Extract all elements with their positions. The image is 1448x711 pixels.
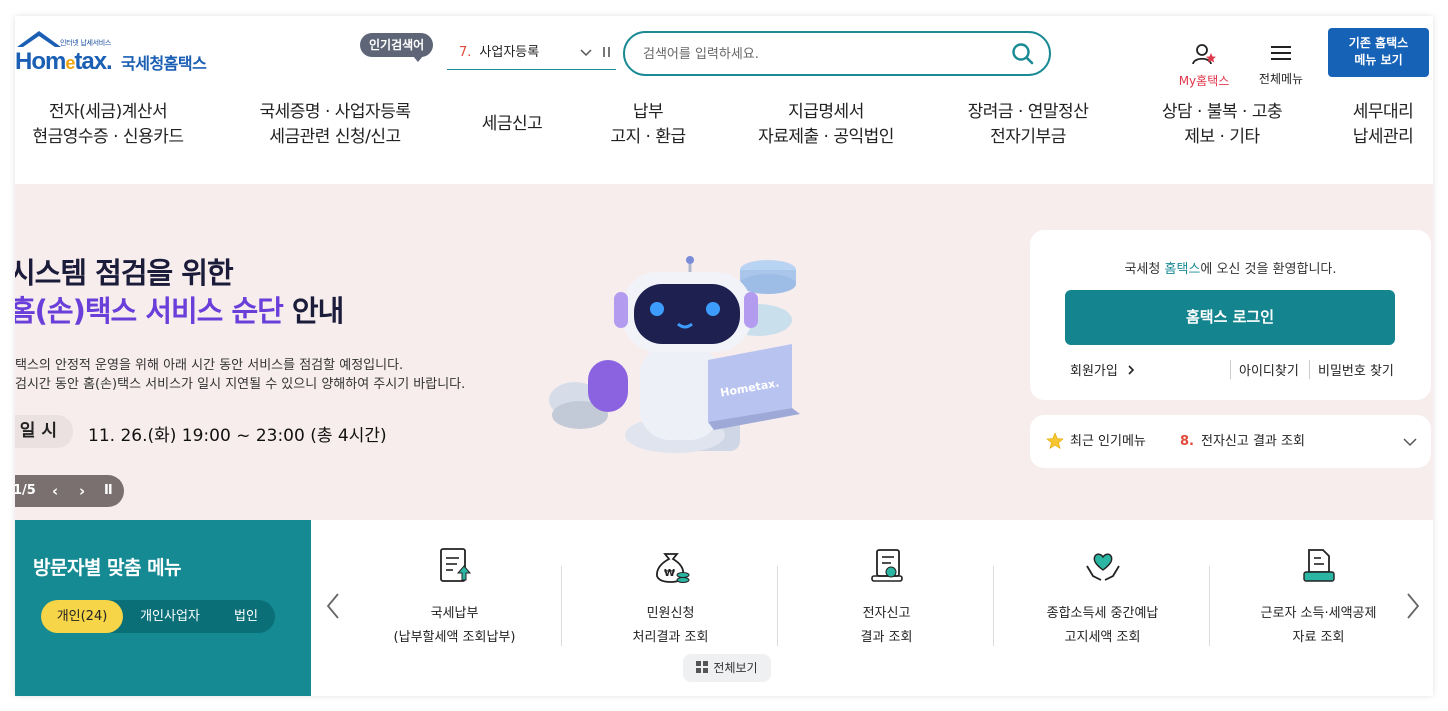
search-input[interactable] [643,42,1003,66]
nav-item-incentive[interactable]: 장려금 · 연말정산 전자기부금 [955,100,1101,150]
chevron-left-icon[interactable] [325,592,341,627]
login-card: 국세청 홈택스에 오신 것을 환영합니다. 홈택스 로그인 회원가입 아이디찾기… [1030,230,1431,400]
old-hometax-menu-button[interactable]: 기존 홈택스 메뉴 보기 [1328,28,1429,77]
recent-popular-menu[interactable]: 최근 인기메뉴 8. 전자신고 결과 조회 [1030,415,1431,468]
view-all-label: 전체보기 [713,661,758,675]
quick-item-sublabel: 처리결과 조회 [632,630,709,645]
all-menu-label: 전체메뉴 [1258,72,1304,86]
quick-item-label: 민원신청 [646,606,695,621]
nav-item-tax-agent[interactable]: 세무대리 납세관리 [1343,100,1423,150]
find-id-link[interactable]: 아이디찾기 [1230,360,1299,379]
quick-item-civil-petition[interactable]: ₩ 민원신청 처리결과 조회 [563,546,778,650]
nav-item-consulting[interactable]: 상담 · 불복 · 고충 제보 · 기타 [1149,100,1295,150]
nav-item-e-invoice[interactable]: 전자(세금)계산서 현금영수증 · 신용카드 [27,100,189,150]
money-bag-icon: ₩ [655,553,689,583]
banner-page-indicator: 1/5 [15,483,36,498]
svg-text:₩: ₩ [664,568,675,579]
popular-rank: 7. [459,45,472,60]
certificate-scroll-icon [870,549,903,582]
chevron-right-icon[interactable]: › [79,475,85,507]
chevron-down-icon[interactable] [1403,415,1417,491]
hometax-logo[interactable]: 인터넷 납세서비스 Hometax. 국세청홈택스 [15,30,225,82]
logo-korean-name: 국세청홈택스 [121,54,207,73]
pause-icon[interactable] [602,43,612,65]
banner-slider-controls: 1/5 ‹ › II [15,475,124,507]
hamburger-icon [1271,46,1291,60]
pause-icon[interactable]: II [104,475,113,507]
chevron-down-icon[interactable] [580,44,592,66]
tab-individual-business[interactable]: 개인사업자 [127,600,213,633]
visitor-custom-menu: 방문자별 맞춤 메뉴 개인(24) 개인사업자 법인 [15,520,311,696]
search-box [623,31,1051,76]
quick-item-label: 국세납부 [430,606,479,621]
quick-item-label: 근로자 소득·세액공제 [1260,606,1377,621]
banner-title-line2: 홈(손)택스 서비스 순단 안내 [15,294,344,328]
divider [561,566,562,646]
my-hometax-button[interactable]: My홈택스 [1170,42,1238,89]
banner-date-label: 일 시 [15,415,73,448]
popular-search-ticker[interactable]: 7. 사업자등록 [447,42,616,70]
banner-description-1: 택스의 안정적 운영을 위해 아래 시간 동안 서비스를 점검할 예정입니다. [15,358,404,373]
header: 인터넷 납세서비스 Hometax. 국세청홈택스 인기검색어 7. 사업자등록 [15,16,1433,89]
popular-search-badge: 인기검색어 [360,33,434,62]
banner-date-value: 11. 26.(화) 19:00 ~ 23:00 (총 4시간) [88,426,387,446]
page-frame: 인터넷 납세서비스 Hometax. 국세청홈택스 인기검색어 7. 사업자등록 [15,16,1433,696]
quick-item-tax-payment[interactable]: 국세납부 (납부할세액 조회납부) [347,546,562,650]
main-nav: 전자(세금)계산서 현금영수증 · 신용카드 국세증명 · 사업자등록 세금관련 신… [15,100,1433,170]
join-link[interactable]: 회원가입 [1070,360,1136,379]
nav-item-certificates[interactable]: 국세증명 · 사업자등록 세금관련 신청/신고 [247,100,423,150]
robot-laptop-illustration: Hometax. [549,256,800,453]
my-hometax-label: My홈택스 [1178,74,1230,88]
logo-roof-icon [17,31,61,47]
star-icon [1046,415,1064,491]
recent-menu-title: 최근 인기메뉴 [1070,434,1146,449]
quick-item-interim-prepayment[interactable]: 종합소득세 중간예납 고지세액 조회 [995,546,1210,650]
quick-menu-carousel: 국세납부 (납부할세액 조회납부) ₩ 민원신청 처리결과 조회 전자신고 결과… [311,520,1433,696]
view-all-button[interactable]: 전체보기 [683,654,771,682]
quick-item-sublabel: (납부할세액 조회납부) [393,630,516,645]
banner-description-2: 검시간 동안 홈(손)택스 서비스가 일시 지연될 수 있으니 양해하여 주시기… [15,377,466,392]
quick-item-sublabel: 고지세액 조회 [1064,630,1141,645]
recent-menu-item[interactable]: 전자신고 결과 조회 [1201,415,1305,468]
find-password-link[interactable]: 비밀번호 찾기 [1309,360,1394,379]
visitor-menu-title: 방문자별 맞춤 메뉴 [33,557,182,579]
quick-item-label: 종합소득세 중간예납 [1046,606,1159,621]
recent-menu-rank: 8. [1180,434,1194,449]
logo-wordmark: Hometax. [15,48,113,75]
document-stack-icon [1302,549,1335,582]
nav-item-tax-filing[interactable]: 세금신고 [467,112,557,137]
old-menu-line2: 메뉴 보기 [1354,53,1403,67]
all-menu-button[interactable]: 전체메뉴 [1253,42,1309,87]
document-upload-icon [439,548,471,582]
hometax-login-button[interactable]: 홈택스 로그인 [1065,290,1395,345]
search-icon[interactable] [1011,42,1035,70]
quick-item-label: 전자신고 [862,606,911,621]
welcome-message: 국세청 홈택스에 오신 것을 환영합니다. [1124,262,1337,277]
nav-item-payment[interactable]: 납부 고지 · 환급 [595,100,701,150]
old-menu-line1: 기존 홈택스 [1348,36,1409,50]
user-star-icon [1192,44,1216,65]
banner-title-line1: 시스템 점검을 위한 [15,256,234,290]
quick-item-sublabel: 결과 조회 [860,630,913,645]
divider [777,566,778,646]
quick-item-worker-deduction[interactable]: 근로자 소득·세액공제 자료 조회 [1211,546,1426,650]
grid-icon [696,661,709,673]
tab-corporation[interactable]: 법인 [217,600,275,633]
heart-hands-icon [1085,553,1120,581]
chevron-right-icon [1128,365,1135,375]
popular-term[interactable]: 사업자등록 [479,45,539,60]
chevron-left-icon[interactable]: ‹ [52,475,58,507]
quick-item-e-filing[interactable]: 전자신고 결과 조회 [779,546,994,650]
divider [1209,566,1210,646]
divider [993,566,994,646]
tab-individual[interactable]: 개인(24) [41,600,123,633]
quick-item-sublabel: 자료 조회 [1292,630,1345,645]
logo-subtitle: 인터넷 납세서비스 [60,39,112,47]
nav-item-payment-statement[interactable]: 지급명세서 자료제출 · 공익법인 [743,100,909,150]
visitor-tabs: 개인(24) 개인사업자 법인 [41,600,275,633]
